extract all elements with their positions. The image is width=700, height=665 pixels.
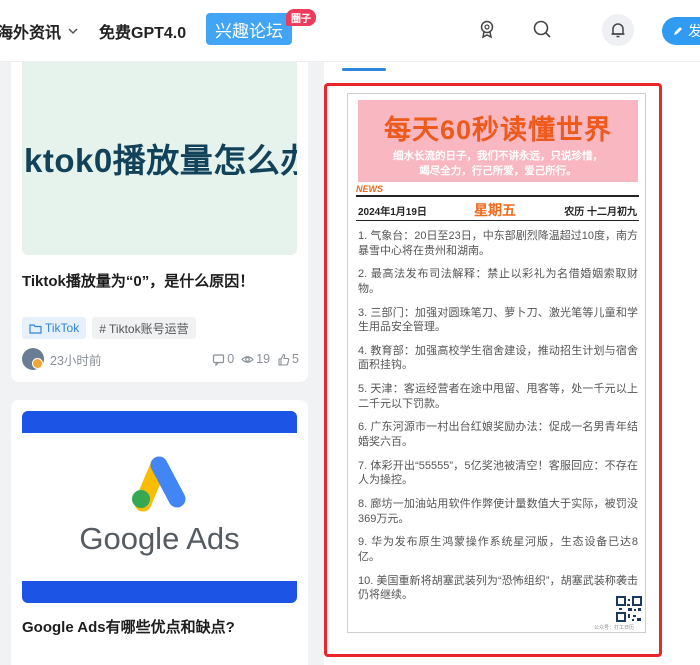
article-title[interactable]: Tiktok播放量为“0”，是什么原因！ bbox=[22, 270, 254, 291]
poster-date: 2024年1月19日 bbox=[358, 207, 427, 218]
avatar[interactable] bbox=[22, 348, 44, 370]
thumbnail-band-top bbox=[22, 411, 297, 433]
news-item: 6. 广东河源市一村出台红娘奖励办法：促成一名男青年结婚奖六百。 bbox=[358, 421, 638, 448]
nav-free-gpt[interactable]: 免费GPT4.0 bbox=[99, 19, 186, 43]
nav-overseas-label: 海外资讯 bbox=[0, 25, 62, 42]
date-row: 2024年1月19日 星期五 农历 十二月初九 bbox=[356, 200, 639, 218]
nav-interest-forum[interactable]: 兴趣论坛 bbox=[206, 13, 292, 45]
article-thumbnail[interactable]: Google Ads bbox=[22, 411, 297, 603]
pen-icon bbox=[674, 27, 682, 35]
post-time: 23小时前 bbox=[50, 353, 102, 368]
active-tab-indicator bbox=[342, 68, 386, 71]
divider bbox=[356, 195, 639, 197]
view-count-value: 19 bbox=[256, 352, 271, 366]
poster-title: 每天60秒读懂世界 bbox=[383, 115, 613, 145]
nav-overseas-news[interactable]: 海外资讯 bbox=[0, 19, 79, 43]
forum-circle-badge: 圈子 bbox=[286, 9, 316, 26]
top-navbar: 海外资讯 免费GPT4.0 兴趣论坛 圈子 发 bbox=[0, 0, 700, 62]
post-button[interactable]: 发 bbox=[662, 17, 700, 45]
folder-icon bbox=[29, 323, 42, 334]
news-item: 9. 华为发布原生鸿蒙操作系统星河版，生态设备已达8亿。 bbox=[358, 536, 638, 563]
news-item: 2. 最高法发布司法解释：禁止以彩礼为名借婚姻索取财物。 bbox=[358, 268, 638, 295]
news-item: 8. 廊坊一加油站用软件作弊使计量数值大于实际，被罚没369万元。 bbox=[358, 498, 638, 525]
google-ads-logo-icon bbox=[132, 456, 186, 512]
news-list: 1. 气象台：20日至23日，中东部剧烈降温超过10度，南方暴雪中心将在贵州和湖… bbox=[358, 229, 638, 612]
like-count[interactable]: 5 bbox=[277, 352, 299, 366]
article-title[interactable]: Google Ads有哪些优点和缺点? bbox=[22, 616, 235, 637]
poster-subtitle-line2: 竭尽全力，行己所爱，爱己所行。 bbox=[419, 165, 577, 177]
qr-caption: 公众号：打工日历 bbox=[594, 625, 635, 631]
eye-icon bbox=[241, 355, 254, 363]
poster-banner: 每天60秒读懂世界 细水长流的日子，我们不讲永远，只说珍惜， 竭尽全力，行己所爱… bbox=[358, 100, 638, 182]
qr-code-icon bbox=[616, 596, 642, 622]
comment-count: 0 bbox=[212, 352, 234, 366]
article-card-tiktok[interactable]: ktok0播放量怎么办 Tiktok播放量为“0”，是什么原因！ TikTok … bbox=[11, 62, 308, 382]
news-item: 5. 天津：客运经营者在途中甩留、甩客等，处一千元以上二千元以下罚款。 bbox=[358, 383, 638, 410]
tag-label: TikTok bbox=[45, 321, 80, 335]
comment-count-value: 0 bbox=[227, 352, 235, 366]
tag-tiktok-account[interactable]: # Tiktok账号运营 bbox=[92, 317, 196, 339]
news-item: 10. 美国重新将胡塞武装列为“恐怖组织”，胡塞武装称袭击仍将继续。 bbox=[358, 574, 638, 602]
notification-button[interactable] bbox=[602, 14, 634, 46]
news-label: NEWS bbox=[356, 184, 383, 194]
news-item: 4. 教育部：加强高校学生宿舍建设，推动招生计划与宿舍面积挂钩。 bbox=[358, 344, 638, 372]
article-card-google-ads[interactable]: Google Ads Google Ads有哪些优点和缺点? bbox=[11, 400, 308, 665]
thumbs-up-icon bbox=[278, 353, 290, 366]
tag-tiktok[interactable]: TikTok bbox=[22, 317, 87, 339]
poster-subtitle-line1: 细水长流的日子，我们不讲永远，只说珍惜， bbox=[393, 150, 603, 162]
thumbnail-text: ktok0播放量怎么办 bbox=[24, 142, 297, 179]
article-meta: 23小时前 0 19 5 bbox=[22, 348, 299, 370]
article-thumbnail[interactable]: ktok0播放量怎么办 bbox=[22, 62, 297, 255]
chevron-down-icon bbox=[68, 28, 78, 35]
news-item: 1. 气象台：20日至23日，中东部剧烈降温超过10度，南方暴雪中心将在贵州和湖… bbox=[358, 230, 638, 257]
tag-list: TikTok # Tiktok账号运营 bbox=[22, 317, 196, 339]
thumbnail-band-bottom bbox=[22, 581, 297, 603]
search-icon[interactable] bbox=[531, 18, 553, 40]
thumbnail-text: Google Ads bbox=[79, 521, 240, 556]
like-count-value: 5 bbox=[292, 352, 299, 366]
divider bbox=[356, 220, 639, 221]
bell-icon bbox=[611, 23, 625, 38]
poster-weekday: 星期五 bbox=[474, 202, 516, 218]
daily-news-poster[interactable]: 每天60秒读懂世界 细水长流的日子，我们不讲永远，只说珍惜， 竭尽全力，行己所爱… bbox=[347, 93, 646, 633]
poster-lunar-date: 农历 十二月初九 bbox=[564, 207, 637, 218]
post-button-label: 发 bbox=[688, 23, 700, 39]
comment-icon bbox=[213, 353, 225, 366]
news-item: 7. 体彩开出“55555”，5亿奖池被清空！客服回应：不存在人为操控。 bbox=[358, 459, 638, 487]
view-count: 19 bbox=[241, 352, 270, 366]
news-item: 3. 三部门：加强对圆珠笔刀、萝卜刀、激光笔等儿童和学生用品安全管理。 bbox=[358, 306, 638, 334]
badge-icon[interactable] bbox=[476, 18, 498, 40]
